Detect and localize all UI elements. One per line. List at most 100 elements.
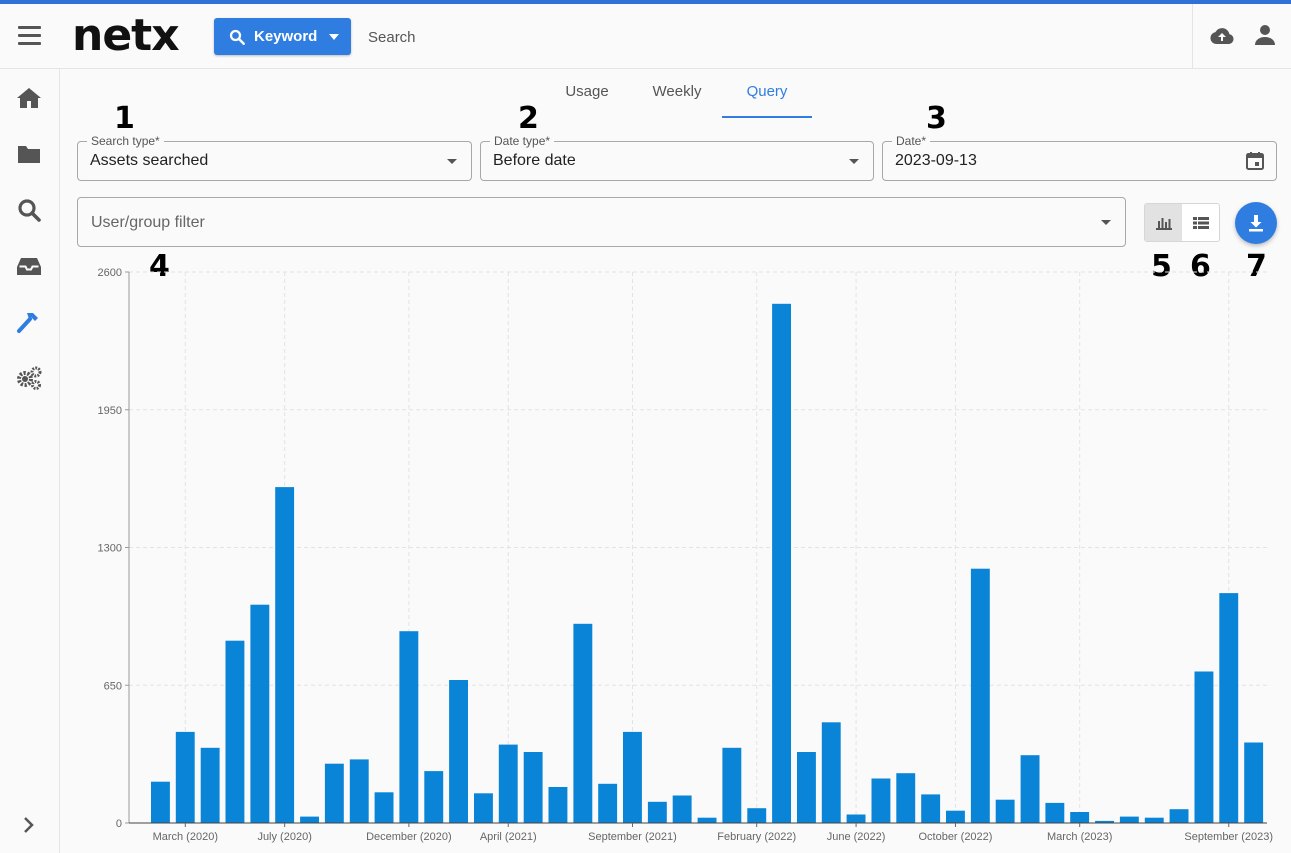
bar[interactable] — [349, 759, 369, 823]
bar[interactable] — [1119, 816, 1139, 823]
bar[interactable] — [573, 623, 593, 823]
date-type-value: Before date — [493, 152, 576, 169]
download-button[interactable] — [1235, 202, 1277, 244]
bar[interactable] — [722, 747, 742, 823]
tab-weekly[interactable]: Weekly — [636, 70, 718, 116]
bar[interactable] — [1144, 817, 1164, 823]
inbox-icon[interactable] — [16, 253, 42, 279]
search-type-label: Search type — [91, 134, 156, 148]
bar[interactable] — [921, 794, 941, 823]
folder-icon[interactable] — [16, 141, 42, 167]
bar[interactable] — [672, 795, 692, 824]
chevron-right-icon[interactable] — [20, 816, 38, 834]
sidebar — [0, 69, 60, 853]
upload-cloud-icon[interactable] — [1210, 24, 1234, 48]
user-group-filter[interactable]: User/group filter — [77, 197, 1126, 247]
x-tick-label: March (2023) — [1047, 831, 1112, 843]
bar[interactable] — [250, 604, 270, 823]
chart-view-button[interactable] — [1145, 204, 1182, 241]
query-bar-chart: 0 650 1300 1950 2600 March (2020) July (2020) D… — [98, 267, 1274, 843]
hammer-icon[interactable] — [16, 309, 42, 335]
view-toggle — [1144, 203, 1220, 242]
bar[interactable] — [1194, 671, 1214, 824]
required-mark: * — [155, 134, 160, 148]
callout-3: 3 — [926, 101, 947, 136]
bar[interactable] — [598, 783, 618, 823]
callout-1: 1 — [114, 101, 135, 136]
required-mark: * — [921, 134, 927, 148]
bar[interactable] — [548, 787, 568, 823]
date-type-select[interactable]: Date type* Before date — [480, 134, 874, 181]
bar[interactable] — [275, 487, 295, 823]
search-input[interactable] — [360, 22, 876, 52]
list-icon — [1192, 216, 1209, 229]
bar[interactable] — [772, 303, 791, 823]
header-actions — [1192, 4, 1291, 68]
bar[interactable] — [175, 731, 195, 823]
bar[interactable] — [946, 810, 965, 823]
bar[interactable] — [871, 778, 891, 824]
bar[interactable] — [697, 817, 717, 823]
search-icon[interactable] — [16, 197, 42, 223]
bar[interactable] — [200, 747, 220, 823]
bar[interactable] — [449, 680, 468, 823]
tab-usage[interactable]: Usage — [548, 70, 626, 116]
bar[interactable] — [424, 771, 444, 823]
bar[interactable] — [399, 631, 419, 823]
tab-query[interactable]: Query — [722, 70, 812, 118]
date-field[interactable]: Date* 2023-09-13 — [882, 134, 1277, 181]
user-icon[interactable] — [1255, 24, 1275, 46]
x-tick-label: October (2022) — [918, 831, 992, 843]
date-value: 2023-09-13 — [895, 152, 977, 169]
dropdown-arrow-icon — [447, 159, 457, 164]
x-tick-label: September (2021) — [588, 831, 677, 843]
x-tick-label: July (2020) — [257, 831, 311, 843]
download-icon — [1249, 215, 1263, 232]
x-tick-label: April (2021) — [480, 831, 537, 843]
required-mark: * — [545, 134, 551, 148]
y-tick-label: 1300 — [98, 543, 122, 555]
list-view-button[interactable] — [1182, 204, 1219, 241]
menu-icon[interactable] — [18, 26, 41, 46]
bar[interactable] — [324, 763, 344, 823]
gears-icon[interactable] — [16, 365, 42, 391]
x-tick-label: February (2022) — [717, 831, 796, 843]
keyword-search-button[interactable]: Keyword — [214, 18, 351, 55]
bar[interactable] — [970, 568, 990, 823]
x-tick-label: March (2020) — [153, 831, 218, 843]
bar[interactable] — [647, 801, 667, 823]
bar[interactable] — [1244, 742, 1264, 824]
calendar-icon[interactable] — [1245, 151, 1265, 171]
bar[interactable] — [821, 722, 841, 823]
bar[interactable] — [523, 752, 543, 823]
x-tick-label: December (2020) — [366, 831, 452, 843]
search-type-select[interactable]: Search type* Assets searched — [77, 134, 472, 181]
dropdown-arrow-icon — [849, 159, 859, 164]
bar[interactable] — [995, 799, 1015, 823]
bar[interactable] — [846, 814, 866, 824]
bar[interactable] — [1020, 755, 1040, 823]
bar[interactable] — [896, 773, 916, 823]
bar[interactable] — [1219, 593, 1239, 823]
bar[interactable] — [474, 793, 493, 823]
bar[interactable] — [498, 744, 518, 823]
chevron-down-icon — [329, 33, 340, 40]
y-tick-label: 0 — [116, 818, 122, 830]
date-label: Date — [896, 134, 922, 148]
bar[interactable] — [1070, 812, 1090, 823]
x-tick-label: June (2022) — [827, 831, 886, 843]
bar-chart-icon — [1155, 217, 1172, 230]
bar[interactable] — [623, 731, 642, 823]
netx-logo[interactable]: netx — [72, 10, 180, 62]
bar[interactable] — [300, 816, 319, 823]
bar[interactable] — [1045, 802, 1065, 823]
dropdown-arrow-icon — [1101, 220, 1111, 225]
bar[interactable] — [151, 781, 170, 823]
bar[interactable] — [374, 792, 394, 823]
bar[interactable] — [797, 752, 816, 823]
bar[interactable] — [225, 640, 245, 823]
user-group-placeholder: User/group filter — [91, 214, 205, 231]
tab-bar: Usage Weekly Query — [0, 70, 1291, 118]
bar[interactable] — [1169, 809, 1189, 823]
bar[interactable] — [747, 808, 767, 823]
